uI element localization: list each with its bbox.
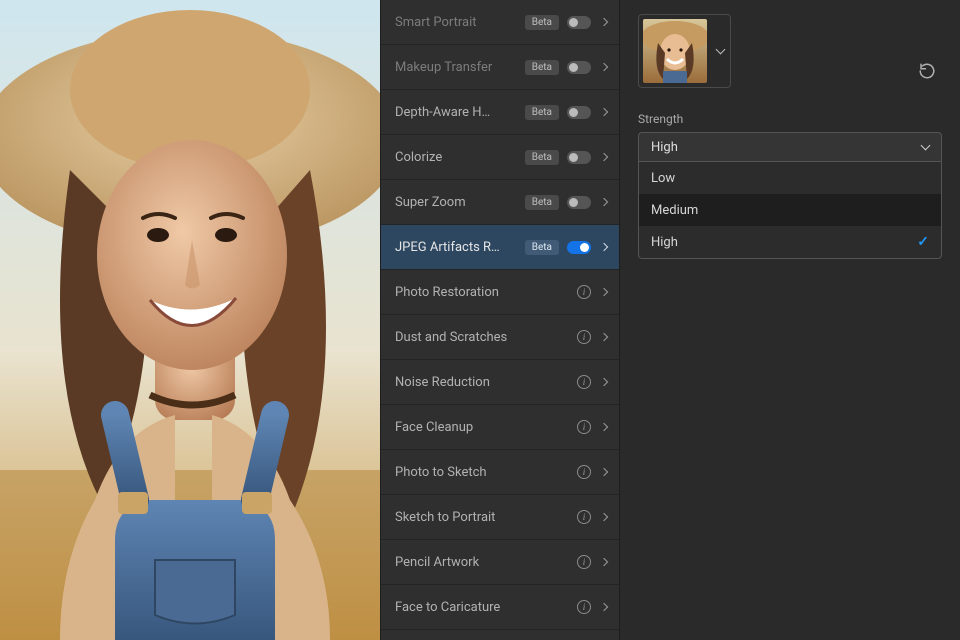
chevron-right-icon <box>600 288 608 296</box>
info-icon[interactable]: i <box>577 465 591 479</box>
chevron-right-icon <box>600 63 608 71</box>
chevron-down-icon <box>716 45 726 55</box>
filter-label: Smart Portrait <box>395 15 525 30</box>
chevron-right-icon <box>600 378 608 386</box>
filter-label: Noise Reduction <box>395 375 577 390</box>
beta-badge: Beta <box>525 105 559 120</box>
info-icon[interactable]: i <box>577 285 591 299</box>
chevron-right-icon <box>600 153 608 161</box>
filter-row-depth-aware-h[interactable]: Depth-Aware H…Beta <box>381 90 619 135</box>
info-icon[interactable]: i <box>577 375 591 389</box>
filter-row-pencil-artwork[interactable]: Pencil Artworki <box>381 540 619 585</box>
filter-list: Smart PortraitBetaMakeup TransferBetaDep… <box>380 0 620 640</box>
filter-row-super-zoom[interactable]: Super ZoomBeta <box>381 180 619 225</box>
chevron-right-icon <box>600 603 608 611</box>
chevron-right-icon <box>600 468 608 476</box>
filter-label: Pencil Artwork <box>395 555 577 570</box>
strength-option-low[interactable]: Low <box>639 162 941 194</box>
filter-label: Photo to Sketch <box>395 465 577 480</box>
chevron-right-icon <box>600 18 608 26</box>
strength-select[interactable]: High <box>638 132 942 162</box>
strength-option-high[interactable]: High ✓ <box>639 226 941 258</box>
filter-row-noise-reduction[interactable]: Noise Reductioni <box>381 360 619 405</box>
filter-row-photo-to-sketch[interactable]: Photo to Sketchi <box>381 450 619 495</box>
filter-row-dust-and-scratches[interactable]: Dust and Scratchesi <box>381 315 619 360</box>
chevron-right-icon <box>600 423 608 431</box>
filter-label: JPEG Artifacts R… <box>395 240 525 255</box>
info-icon[interactable]: i <box>577 555 591 569</box>
strength-option-medium[interactable]: Medium <box>639 194 941 226</box>
filter-label: Photo Restoration <box>395 285 577 300</box>
chevron-right-icon <box>600 558 608 566</box>
filter-toggle[interactable] <box>567 241 591 254</box>
beta-badge: Beta <box>525 150 559 165</box>
strength-dropdown: Low Medium High ✓ <box>638 162 942 259</box>
strength-selected-value: High <box>651 140 678 155</box>
thumbnail-image <box>643 19 707 83</box>
option-label: Medium <box>651 203 698 218</box>
filter-label: Dust and Scratches <box>395 330 577 345</box>
photo-canvas <box>0 0 380 640</box>
filter-label: Depth-Aware H… <box>395 105 525 120</box>
info-icon[interactable]: i <box>577 510 591 524</box>
filter-row-colorize[interactable]: ColorizeBeta <box>381 135 619 180</box>
filter-toggle[interactable] <box>567 61 591 74</box>
check-icon: ✓ <box>917 234 929 250</box>
filter-row-makeup-transfer[interactable]: Makeup TransferBeta <box>381 45 619 90</box>
filter-toggle[interactable] <box>567 196 591 209</box>
option-label: High <box>651 235 678 250</box>
detail-panel: Strength High Low Medium High ✓ <box>620 0 960 640</box>
chevron-right-icon <box>600 333 608 341</box>
beta-badge: Beta <box>525 15 559 30</box>
chevron-down-icon <box>921 141 931 151</box>
filter-row-smart-portrait[interactable]: Smart PortraitBeta <box>381 0 619 45</box>
info-icon[interactable]: i <box>577 420 591 434</box>
option-label: Low <box>651 171 675 186</box>
info-icon[interactable]: i <box>577 600 591 614</box>
strength-label: Strength <box>638 112 942 126</box>
beta-badge: Beta <box>525 195 559 210</box>
filter-label: Face to Caricature <box>395 600 577 615</box>
filter-label: Sketch to Portrait <box>395 510 577 525</box>
info-icon[interactable]: i <box>577 330 591 344</box>
beta-badge: Beta <box>525 60 559 75</box>
chevron-right-icon <box>600 198 608 206</box>
filter-toggle[interactable] <box>567 106 591 119</box>
filter-row-face-cleanup[interactable]: Face Cleanupi <box>381 405 619 450</box>
filter-toggle[interactable] <box>567 151 591 164</box>
filter-label: Face Cleanup <box>395 420 577 435</box>
chevron-right-icon <box>600 108 608 116</box>
chevron-right-icon <box>600 513 608 521</box>
filter-label: Makeup Transfer <box>395 60 525 75</box>
filter-row-face-to-caricature[interactable]: Face to Caricaturei <box>381 585 619 630</box>
reset-icon[interactable] <box>918 62 936 84</box>
filter-label: Colorize <box>395 150 525 165</box>
filter-row-photo-restoration[interactable]: Photo Restorationi <box>381 270 619 315</box>
filter-label: Super Zoom <box>395 195 525 210</box>
beta-badge: Beta <box>525 240 559 255</box>
variation-thumbnail[interactable] <box>638 14 731 88</box>
filter-row-sketch-to-portrait[interactable]: Sketch to Portraiti <box>381 495 619 540</box>
filter-toggle[interactable] <box>567 16 591 29</box>
chevron-right-icon <box>600 243 608 251</box>
filter-row-jpeg-artifacts-r[interactable]: JPEG Artifacts R…Beta <box>381 225 619 270</box>
